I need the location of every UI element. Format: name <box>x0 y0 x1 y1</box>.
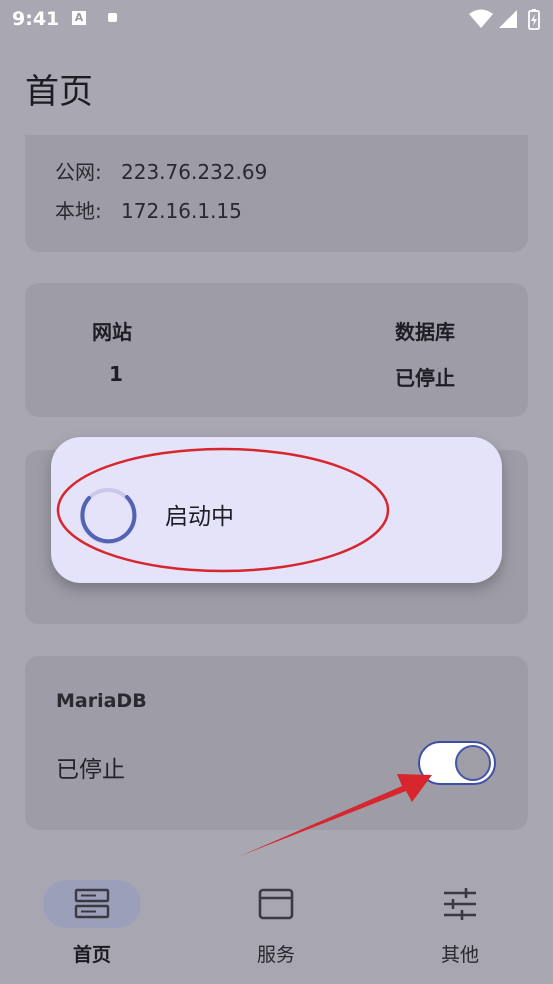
annotation-ellipse <box>56 447 390 573</box>
status-time: 9:41 <box>12 8 60 30</box>
bottom-navigation: 首页 服务 其他 <box>0 862 553 984</box>
server-icon <box>74 888 110 919</box>
signal-icon <box>499 10 517 28</box>
local-ip-label: 本地: <box>55 199 102 223</box>
ip-card: 公网: 223.76.232.69 本地: 172.16.1.15 <box>25 135 528 252</box>
website-count: 1 <box>109 362 123 386</box>
public-ip-value: 223.76.232.69 <box>121 160 268 184</box>
website-label: 网站 <box>92 320 132 344</box>
nav-item-services[interactable]: 服务 <box>184 862 368 984</box>
local-ip-value: 172.16.1.15 <box>121 199 242 223</box>
status-right-icons <box>469 9 540 30</box>
mariadb-toggle-switch[interactable] <box>418 741 496 785</box>
nav-label-services: 服务 <box>256 944 295 966</box>
public-ip-label: 公网: <box>55 160 102 184</box>
sliders-icon <box>444 888 476 920</box>
stats-card: 网站 1 数据库 已停止 <box>25 283 528 417</box>
local-ip-row: 本地: 172.16.1.15 <box>55 195 242 224</box>
mariadb-status: 已停止 <box>56 757 125 783</box>
status-bar: 9:41 A <box>0 0 553 40</box>
mariadb-title: MariaDB <box>56 690 147 712</box>
nav-item-home[interactable]: 首页 <box>0 862 184 984</box>
mariadb-card: MariaDB 已停止 <box>25 656 528 830</box>
database-label: 数据库 <box>395 320 455 344</box>
nav-label-other: 其他 <box>440 944 479 966</box>
public-ip-row: 公网: 223.76.232.69 <box>55 156 267 185</box>
square-notification-icon <box>108 13 117 22</box>
page-title: 首页 <box>25 72 93 112</box>
nav-label-home: 首页 <box>72 944 111 966</box>
wifi-icon <box>469 9 493 28</box>
switch-knob <box>455 745 491 781</box>
a-notification-icon: A <box>72 11 86 25</box>
database-status: 已停止 <box>395 366 455 390</box>
nav-item-other[interactable]: 其他 <box>368 862 552 984</box>
browser-window-icon <box>258 888 294 920</box>
battery-charging-icon <box>528 9 540 30</box>
